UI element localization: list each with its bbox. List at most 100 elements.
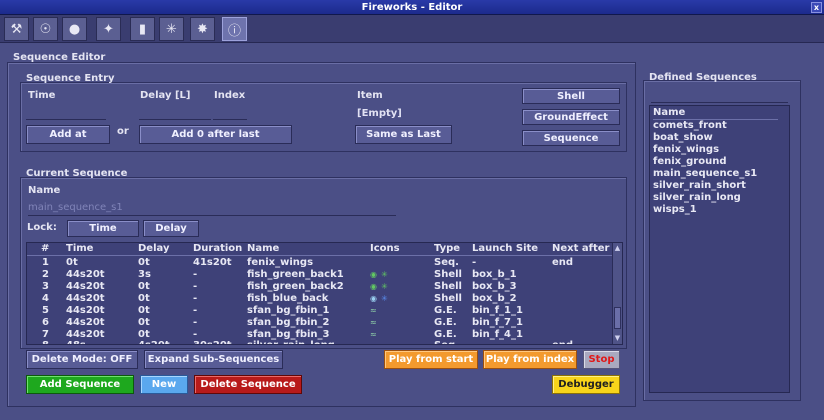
col-name[interactable]: Name	[247, 243, 279, 254]
list-item[interactable]: wisps_1	[653, 204, 697, 215]
scroll-down-icon[interactable]: ▼	[614, 335, 621, 342]
cell-icons: ◉ ✳	[370, 293, 392, 304]
col-delay[interactable]: Delay	[138, 243, 169, 254]
cell-delay: 0t	[138, 317, 150, 328]
shell-button[interactable]: Shell	[522, 88, 620, 104]
play-from-start-button[interactable]: Play from start	[384, 350, 478, 369]
table-scrollbar[interactable]: ▲ ▼	[612, 243, 622, 344]
stop-button[interactable]: Stop	[583, 350, 620, 369]
col-next-after[interactable]: Next after	[552, 243, 609, 254]
cell-type: G.E.	[434, 305, 457, 316]
cell-delay: 3s	[138, 269, 151, 280]
cell-index: 1	[42, 257, 49, 268]
cell-site: box_b_1	[472, 269, 517, 280]
spiral-icon[interactable]: ☉	[33, 17, 58, 41]
tubes-icon[interactable]: ▮	[130, 17, 155, 41]
cell-delay: 4s20t	[138, 340, 170, 344]
lock-delay-button[interactable]: Delay	[143, 220, 199, 237]
cell-site: bin_f_7_1	[472, 317, 523, 328]
sequence-table[interactable]: # Time Delay Duration Name Icons Type La…	[26, 242, 623, 345]
same-as-last-button[interactable]: Same as Last	[355, 125, 452, 144]
col-time[interactable]: Time	[66, 243, 93, 254]
cell-next: end	[552, 257, 574, 268]
blue-star-icon: ✳	[381, 294, 388, 303]
col-icons[interactable]: Icons	[370, 243, 400, 254]
table-row[interactable]: 6 44s20t 0t - sfan_bg_fbin_2 ≈ G.E. bin_…	[27, 317, 613, 329]
close-icon[interactable]: x	[811, 2, 822, 13]
ground-effect-button[interactable]: GroundEffect	[522, 109, 620, 125]
add-at-button[interactable]: Add at	[26, 125, 110, 144]
expand-sub-sequences-button[interactable]: Expand Sub-Sequences	[144, 350, 283, 369]
delay-input[interactable]	[139, 106, 211, 120]
time-label: Time	[28, 90, 56, 101]
play-from-index-button[interactable]: Play from index	[483, 350, 577, 369]
cell-icons: ≈	[370, 329, 381, 340]
new-button[interactable]: New	[140, 375, 188, 394]
cell-time: 0t	[66, 257, 78, 268]
cell-icons: ≈	[370, 317, 381, 328]
table-header: # Time Delay Duration Name Icons Type La…	[27, 243, 613, 256]
delete-sequence-button[interactable]: Delete Sequence	[194, 375, 302, 394]
sequence-entry-title: Sequence Entry	[26, 73, 115, 84]
defined-search-input[interactable]	[651, 89, 788, 103]
list-item[interactable]: boat_show	[653, 132, 713, 143]
cell-type: Seq.	[434, 257, 459, 268]
cell-icons: ≈	[370, 305, 381, 316]
cell-index: 6	[42, 317, 49, 328]
pyro-tool-icon[interactable]: ⚒	[4, 17, 29, 41]
sequence-name-field[interactable]: main_sequence_s1	[28, 202, 396, 216]
current-sequence-title: Current Sequence	[26, 168, 128, 179]
table-row[interactable]: 8 48s 4s20t 30s20t silver_rain_long Seq.…	[27, 340, 613, 344]
fountain-icon: ≈	[370, 306, 377, 315]
burst-icon[interactable]: ✳	[159, 17, 184, 41]
fountain-icon: ≈	[370, 330, 377, 339]
delete-mode-button[interactable]: Delete Mode: OFF	[26, 350, 138, 369]
window-titlebar[interactable]: Fireworks - Editor x	[0, 0, 824, 15]
table-row[interactable]: 5 44s20t 0t - sfan_bg_fbin_1 ≈ G.E. bin_…	[27, 305, 613, 317]
list-item[interactable]: main_sequence_s1	[653, 168, 757, 179]
sparkle-icon[interactable]: ✸	[190, 17, 215, 41]
rocket-icon[interactable]: ✦	[96, 17, 121, 41]
col-duration[interactable]: Duration	[193, 243, 242, 254]
cell-type: Seq.	[434, 340, 459, 344]
cell-duration: 41s20t	[193, 257, 232, 268]
green-shell-icon: ◉	[370, 270, 377, 279]
shell-icon[interactable]: ●	[62, 17, 87, 41]
item-label: Item	[357, 90, 383, 101]
sequence-button[interactable]: Sequence	[522, 130, 620, 146]
cell-delay: 0t	[138, 329, 150, 340]
info-icon[interactable]: ⓘ	[222, 17, 247, 41]
cell-duration: -	[193, 281, 198, 292]
cell-icons: ◉ ✳	[370, 269, 392, 280]
cell-delay: 0t	[138, 293, 150, 304]
cell-name: sfan_bg_fbin_1	[247, 305, 330, 316]
cell-name: sfan_bg_fbin_3	[247, 329, 330, 340]
time-input[interactable]	[26, 106, 106, 120]
cell-duration: -	[193, 293, 198, 304]
list-item[interactable]: fenix_wings	[653, 144, 719, 155]
table-row[interactable]: 3 44s20t 0t - fish_green_back2 ◉ ✳ Shell …	[27, 281, 613, 293]
index-input[interactable]	[213, 106, 247, 120]
cell-time: 44s20t	[66, 281, 105, 292]
table-row[interactable]: 4 44s20t 0t - fish_blue_back ◉ ✳ Shell bo…	[27, 293, 613, 305]
list-item[interactable]: comets_front	[653, 120, 727, 131]
defined-sequences-title: Defined Sequences	[649, 72, 757, 83]
cell-index: 3	[42, 281, 49, 292]
add-after-last-button[interactable]: Add 0 after last	[139, 125, 292, 144]
delay-label: Delay [L]	[140, 90, 191, 101]
col-index[interactable]: #	[41, 243, 49, 254]
lock-time-button[interactable]: Time	[67, 220, 139, 237]
sequence-editor-title: Sequence Editor	[13, 52, 106, 63]
col-launch-site[interactable]: Launch Site	[472, 243, 538, 254]
list-item[interactable]: silver_rain_short	[653, 180, 746, 191]
defined-sequences-list[interactable]: Name comets_front boat_show fenix_wings …	[649, 105, 790, 393]
table-row[interactable]: 2 44s20t 3s - fish_green_back1 ◉ ✳ Shell …	[27, 269, 613, 281]
scroll-up-icon[interactable]: ▲	[614, 245, 621, 252]
add-sequence-button[interactable]: Add Sequence	[26, 375, 134, 394]
list-item[interactable]: silver_rain_long	[653, 192, 741, 203]
table-row[interactable]: 1 0t 0t 41s20t fenix_wings Seq. - end	[27, 257, 613, 269]
list-item[interactable]: fenix_ground	[653, 156, 727, 167]
col-type[interactable]: Type	[434, 243, 460, 254]
scrollbar-thumb[interactable]	[614, 307, 621, 329]
debugger-button[interactable]: Debugger	[552, 375, 620, 394]
